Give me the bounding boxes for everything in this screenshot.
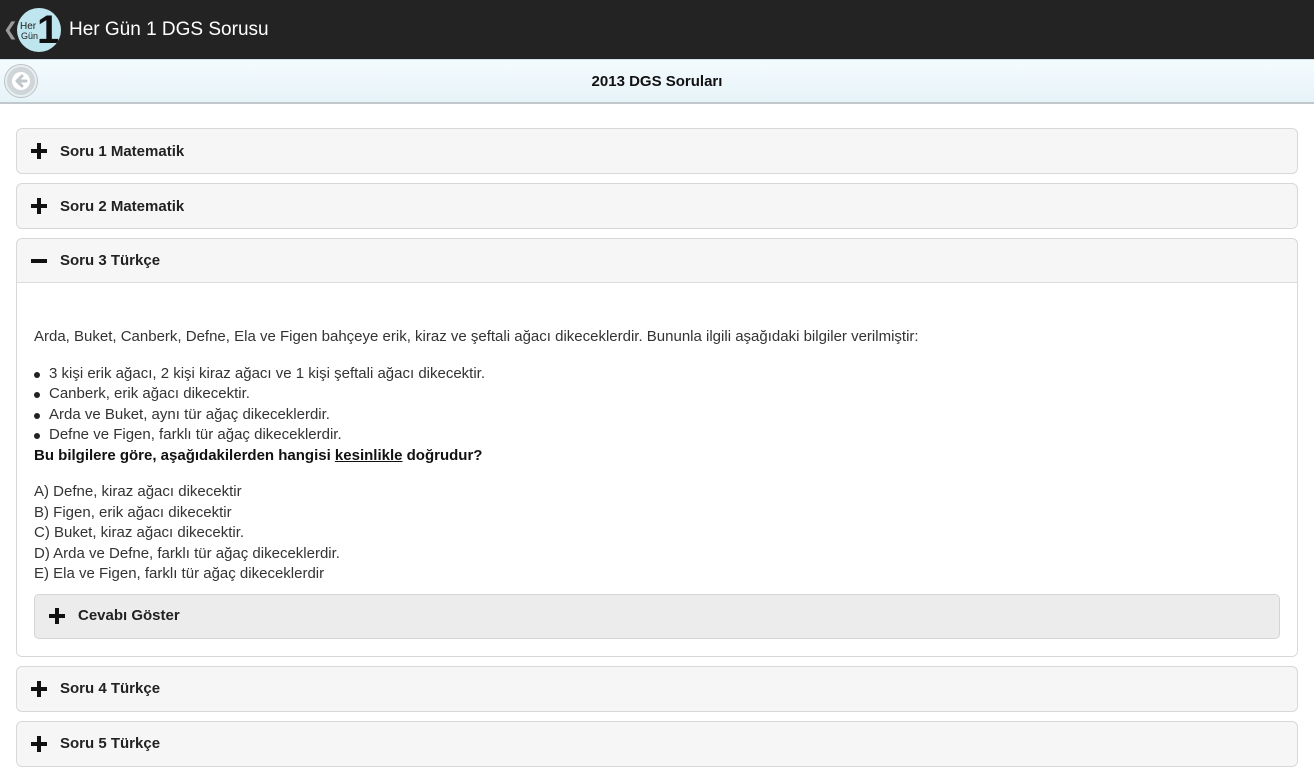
question-item-4: Soru 4 Türkçe [16,665,1298,712]
fact-item: Arda ve Buket, aynı tür ağaç dikeceklerd… [34,405,1280,426]
question-label: Soru 3 Türkçe [60,252,161,269]
question-item-3: Soru 3 Türkçe Arda, Buket, Canberk, Defn… [16,238,1298,657]
options-list: A) Defne, kiraz ağacı dikecektir B) Fige… [34,482,1280,585]
show-answer-button[interactable]: Cevabı Göster [34,593,1280,639]
up-chevron-icon[interactable]: ❮ [3,19,18,40]
fact-item: 3 kişi erik ağacı, 2 kişi kiraz ağacı ve… [34,364,1280,385]
question-text-post: doğrudur? [402,446,483,464]
option-b: B) Figen, erik ağacı dikecektir [34,503,232,521]
question-header-5[interactable]: Soru 5 Türkçe [17,722,1297,766]
question-body: Arda, Buket, Canberk, Defne, Ela ve Fige… [17,283,1297,656]
minus-icon [31,253,47,269]
question-label: Soru 5 Türkçe [60,735,161,752]
app-title: Her Gün 1 DGS Sorusu [69,18,269,40]
action-bar: ❮ Her Gün 1 Her Gün 1 DGS Sorusu [0,0,1314,59]
plus-icon [31,143,47,159]
plus-icon [31,198,47,214]
fact-item: Defne ve Figen, farklı tür ağaç dikecekl… [34,425,1280,446]
question-item-1: Soru 1 Matematik [16,128,1298,174]
question-header-2[interactable]: Soru 2 Matematik [17,184,1297,228]
question-text-pre: Bu bilgilere göre, aşağıdakilerden hangi… [34,446,335,464]
question-label: Soru 1 Matematik [60,142,185,160]
page-header: 2013 DGS Soruları [0,59,1314,104]
option-d: D) Arda ve Defne, farklı tür ağaç dikece… [34,544,340,562]
question-item-5: Soru 5 Türkçe [16,720,1298,767]
question-header-4[interactable]: Soru 4 Türkçe [17,667,1297,711]
app-logo-number: 1 [37,7,60,52]
app-logo-text-top: Her [20,20,37,32]
plus-icon [31,735,47,752]
arrow-left-circle-icon [12,72,30,90]
app-logo[interactable]: Her Gün 1 [17,7,61,52]
option-c: C) Buket, kiraz ağacı dikecektir. [34,524,245,541]
question-text: Bu bilgilere göre, aşağıdakilerden hangi… [34,446,1280,467]
question-item-2: Soru 2 Matematik [16,183,1298,229]
option-e: E) Ela ve Figen, farklı tür ağaç dikecek… [34,565,325,582]
facts-list: 3 kişi erik ağacı, 2 kişi kiraz ağacı ve… [34,364,1280,446]
question-label: Soru 2 Matematik [60,197,185,215]
page-title: 2013 DGS Soruları [591,73,723,90]
option-a: A) Defne, kiraz ağacı dikecektir [34,483,242,500]
question-intro: Arda, Buket, Canberk, Defne, Ela ve Fige… [34,328,919,345]
plus-icon [31,680,47,697]
show-answer-label: Cevabı Göster [78,606,180,624]
app-logo-text-bottom: Gün [21,30,39,41]
plus-icon [49,608,65,624]
question-header-3[interactable]: Soru 3 Türkçe [17,239,1297,283]
back-button[interactable] [5,65,37,97]
question-label: Soru 4 Türkçe [60,680,161,697]
question-list: Soru 1 Matematik Soru 2 Matematik Soru 3… [16,128,1298,776]
question-text-emphasis: kesinlikle [334,446,403,464]
question-header-1[interactable]: Soru 1 Matematik [17,129,1297,173]
fact-item: Canberk, erik ağacı dikecektir. [34,384,1280,405]
